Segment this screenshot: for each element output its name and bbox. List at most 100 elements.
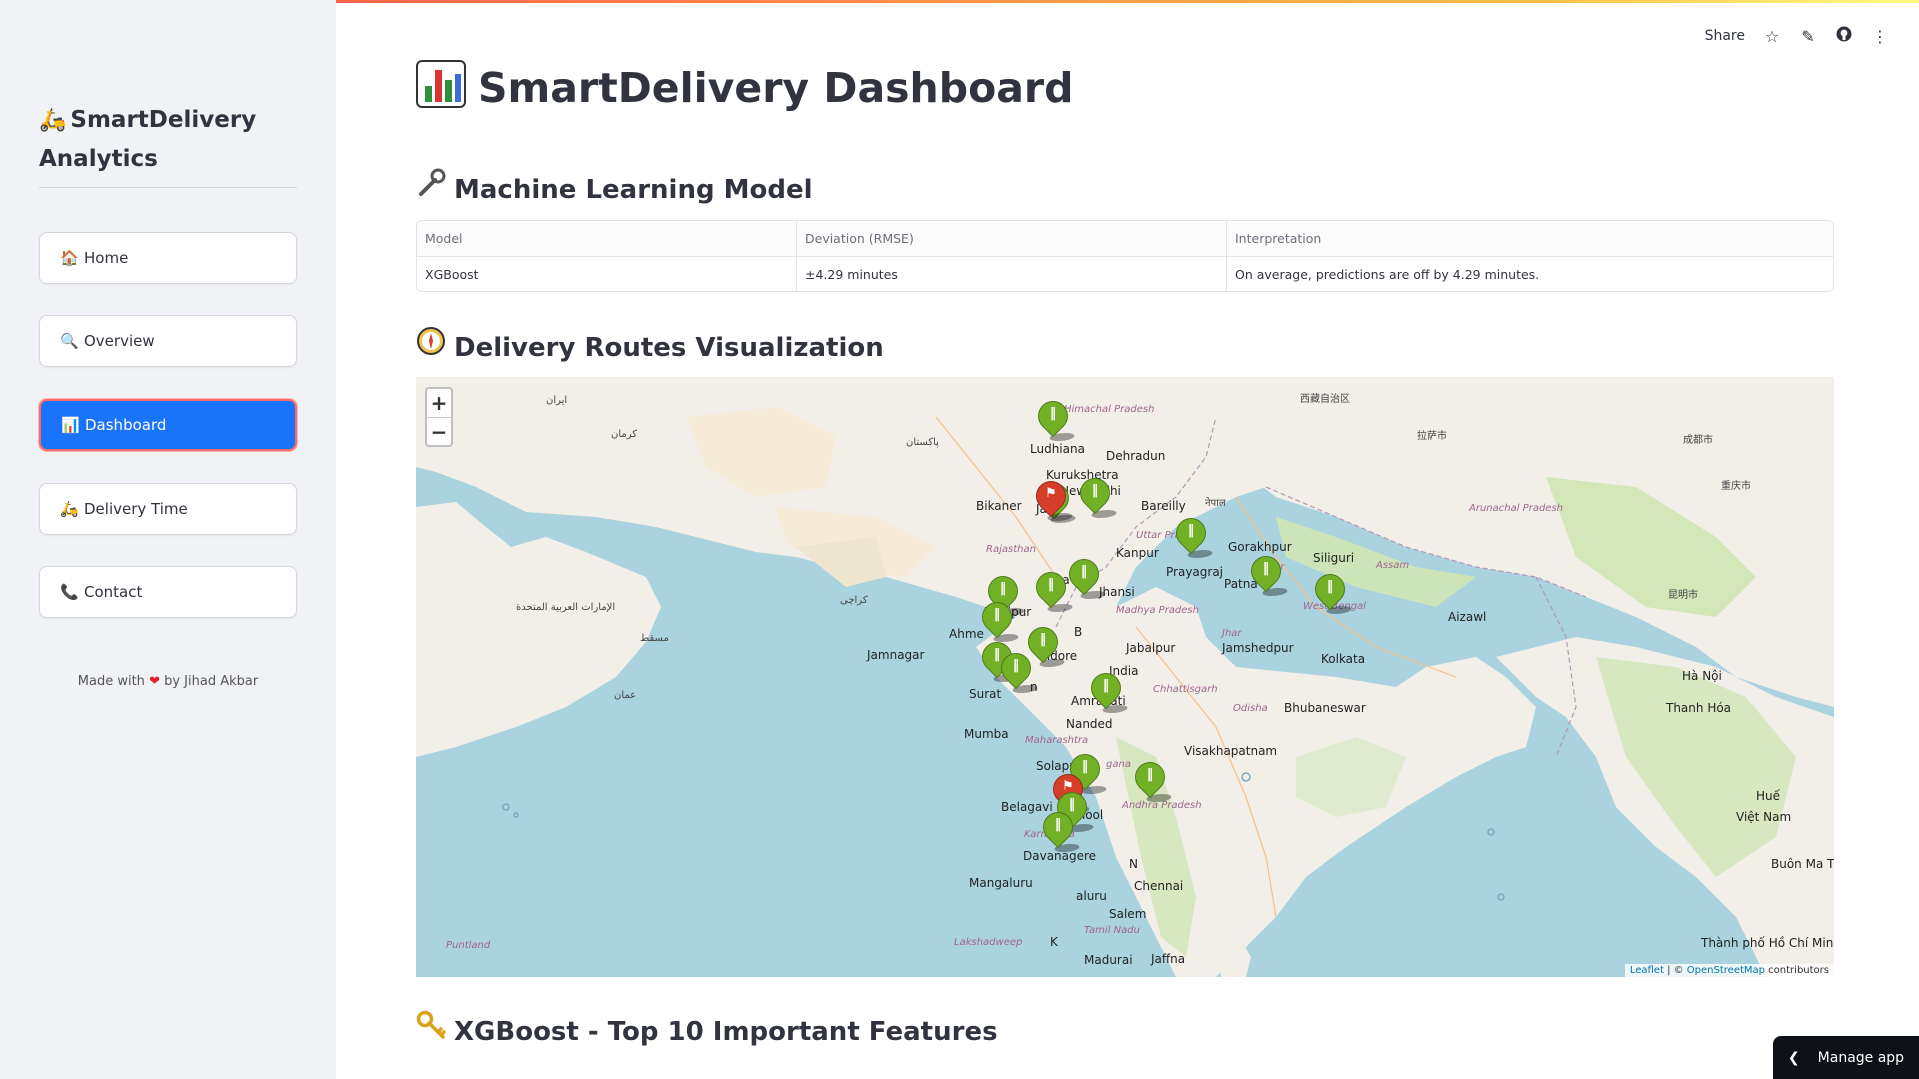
map-label: الإمارات العربية المتحدة (516, 602, 616, 613)
manage-app-label: Manage app (1817, 1049, 1905, 1066)
page-title: SmartDelivery Dashboard (416, 60, 1073, 112)
more-vertical-icon[interactable]: ⋮ (1871, 27, 1889, 46)
wrench-icon (416, 168, 446, 205)
map-marker-green[interactable]: ‖ (1021, 620, 1068, 669)
map-label: کراچی (840, 595, 868, 606)
map-label: Assam (1376, 560, 1410, 571)
map-label: Bhubaneswar (1284, 701, 1366, 715)
attribution-tail: contributors (1765, 965, 1829, 976)
zoom-out-button[interactable]: − (427, 417, 451, 445)
map-label: Thanh Hóa (1666, 701, 1732, 715)
nav-label: Dashboard (85, 416, 167, 434)
map-label: Jhar (1222, 628, 1242, 639)
map-label: Rajasthan (986, 544, 1036, 555)
attribution-separator: | © (1663, 965, 1687, 976)
bar-chart-icon: 📊 (61, 416, 80, 434)
map-marker-green[interactable]: ‖ (1244, 549, 1291, 598)
sidebar-divider (39, 187, 297, 188)
map-label: 拉萨市 (1417, 431, 1447, 442)
zoom-in-button[interactable]: + (427, 389, 451, 417)
map-marker-green[interactable]: ‖ (1169, 511, 1216, 560)
osm-link[interactable]: OpenStreetMap (1687, 965, 1765, 976)
map-marker-green[interactable]: ‖ (994, 646, 1041, 695)
nav-label: Delivery Time (84, 500, 188, 518)
nav-button-home[interactable]: 🏠 Home (39, 232, 297, 284)
map-marker-green[interactable]: ‖ (1084, 666, 1131, 715)
chevron-left-icon: ❮ (1787, 1049, 1800, 1066)
map-marker-green[interactable]: ‖ (1031, 394, 1078, 443)
map-label: مسقط (640, 633, 669, 644)
map-label: کرمان (611, 429, 638, 440)
map-label: Ludhiana (1030, 442, 1085, 456)
sidebar: 🛵 SmartDelivery Analytics 🏠 Home 🔍 Overvi… (0, 0, 336, 1079)
manage-app-button[interactable]: ❮ Manage app (1773, 1036, 1919, 1079)
map-label: Jaffna (1151, 952, 1186, 966)
heart-icon: ❤ (149, 674, 160, 689)
map-label: Siliguri (1313, 551, 1355, 565)
delivery-routes-map[interactable]: + − Ludhiana Dehradun Kurukshetra New De… (416, 377, 1834, 977)
map-marker-green[interactable]: ‖ (1128, 755, 1175, 804)
section-title-text: XGBoost - Top 10 Important Features (454, 1017, 998, 1047)
app-toolbar: Share ☆ ✎ ⋮ (1705, 26, 1889, 46)
map-label: Kanpur (1116, 546, 1159, 560)
map-label: Puntland (446, 940, 491, 951)
map-label: Jamnagar (867, 648, 925, 662)
map-marker-green[interactable]: ‖ (975, 595, 1022, 644)
edit-pencil-icon[interactable]: ✎ (1799, 27, 1817, 46)
star-icon[interactable]: ☆ (1763, 27, 1781, 46)
map-label: Chhattisgarh (1153, 684, 1218, 695)
map-label: Prayagraj (1166, 565, 1224, 579)
map-label: नेपाल (1205, 498, 1226, 509)
map-marker-green[interactable]: ‖ (1036, 805, 1083, 854)
leaflet-link[interactable]: Leaflet (1630, 965, 1664, 976)
map-marker-red[interactable]: ⚑ (1029, 474, 1076, 523)
nav-button-dashboard[interactable]: 📊 Dashboard (39, 399, 297, 451)
map-label: Mumba (964, 727, 1009, 741)
section-title-text: Machine Learning Model (454, 175, 813, 205)
map-label: Việt Nam (1736, 810, 1792, 824)
map-label: Odisha (1233, 703, 1268, 714)
map-marker-green[interactable]: ‖ (1308, 567, 1355, 616)
map-marker-green[interactable]: ‖ (1062, 552, 1109, 601)
map-label: Hà Nội (1682, 669, 1722, 683)
column-header: Interpretation (1235, 231, 1322, 246)
map-label: Huế (1756, 789, 1781, 803)
map-label: Maharashtra (1025, 735, 1089, 746)
map-label: Bikaner (976, 499, 1022, 513)
map-label: Jabalpur (1126, 641, 1176, 655)
table-cell: On average, predictions are off by 4.29 … (1235, 266, 1540, 282)
map-attribution: Leaflet | © OpenStreetMap contributors (1624, 964, 1834, 977)
made-with-footer: Made with ❤ by Jihad Akbar (39, 674, 297, 689)
section-title-text: Delivery Routes Visualization (454, 333, 884, 363)
map-label: Chennai (1134, 879, 1184, 893)
map-label: Kolkata (1321, 652, 1366, 666)
table-header-row: Model Deviation (RMSE) Interpretation (417, 221, 1833, 256)
map-label: Buôn Ma Thuột (1771, 857, 1834, 871)
map-label: Salem (1109, 907, 1147, 921)
map-marker-green[interactable]: ‖ (1073, 471, 1120, 520)
map-label: 重庆市 (1721, 481, 1751, 492)
map-marker-green[interactable]: ‖ (1029, 565, 1076, 614)
github-icon[interactable] (1835, 26, 1853, 46)
compass-icon (416, 326, 446, 363)
nav-label: Home (84, 249, 129, 267)
map-label: Ahme (949, 627, 984, 641)
house-icon: 🏠 (60, 249, 79, 267)
map-label: B (1074, 625, 1083, 639)
nav-button-delivery-time[interactable]: 🛵 Delivery Time (39, 483, 297, 535)
map-label: Mangaluru (969, 876, 1033, 890)
share-button[interactable]: Share (1705, 28, 1745, 44)
nav-button-contact[interactable]: 📞 Contact (39, 566, 297, 618)
column-header: Deviation (RMSE) (797, 221, 1227, 256)
map-label: پاکستان (906, 437, 939, 448)
map-label: Bareilly (1141, 499, 1186, 513)
brand-title: SmartDelivery Analytics (39, 107, 257, 172)
map-label: Himachal Pradesh (1064, 404, 1155, 415)
made-with-author: by Jihad Akbar (164, 674, 259, 689)
map-label: Dehradun (1106, 449, 1166, 463)
map-label: 西藏自治区 (1300, 394, 1350, 405)
map-label: gana (1106, 759, 1131, 770)
phone-icon: 📞 (60, 583, 79, 601)
nav-button-overview[interactable]: 🔍 Overview (39, 315, 297, 367)
map-label: Visakhapatnam (1184, 744, 1278, 758)
